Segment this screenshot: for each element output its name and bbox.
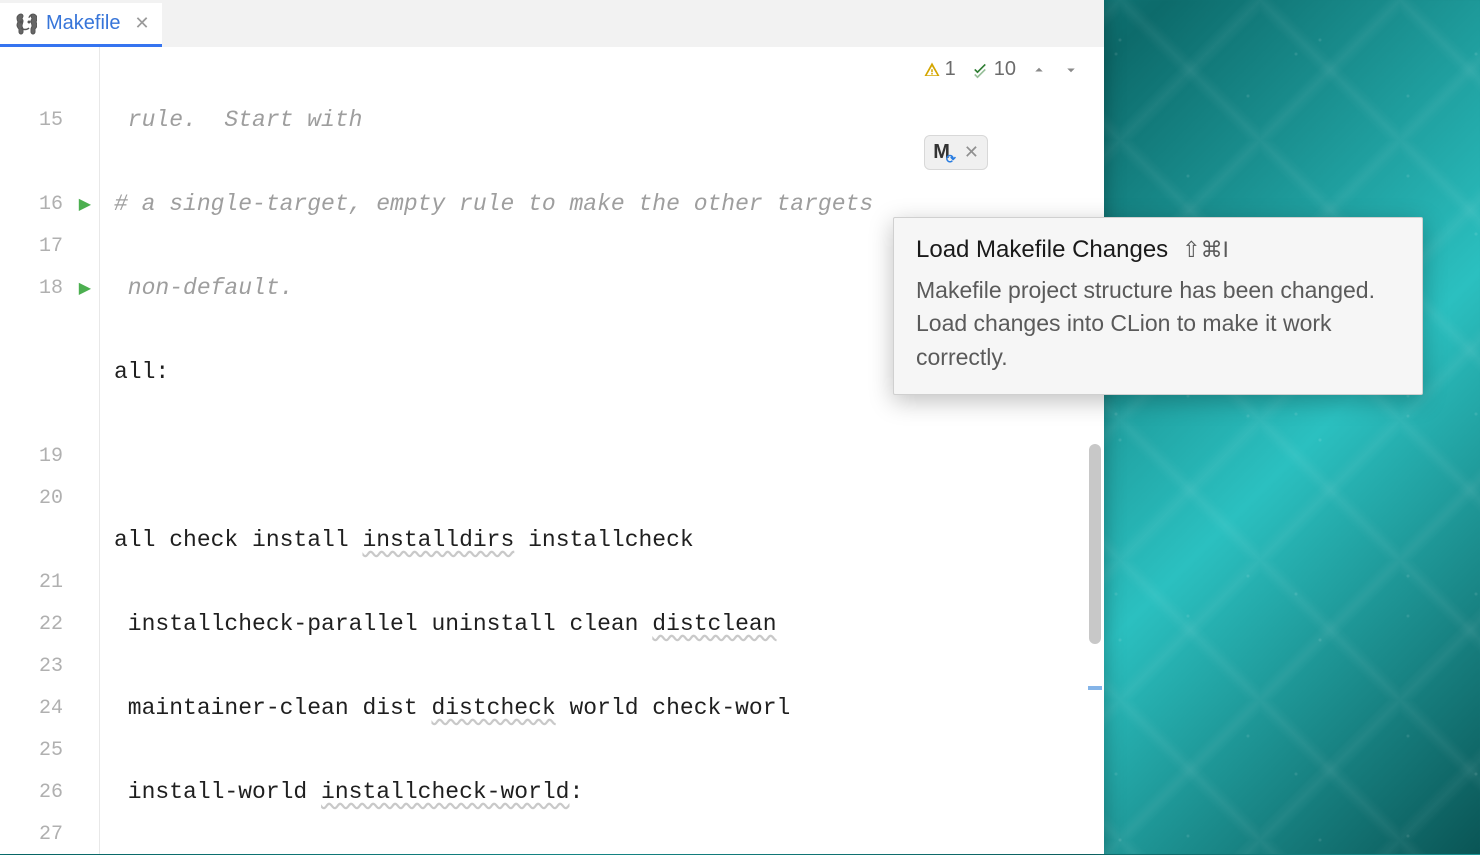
code-target: all [114, 359, 155, 385]
gutter-line[interactable]: 15 [0, 99, 99, 141]
gutter-line[interactable]: 25 [0, 729, 99, 771]
inspection-hints: 1 10 [923, 58, 1080, 81]
warning-icon [923, 61, 941, 79]
gutter-line[interactable]: 24 [0, 687, 99, 729]
gutter-line[interactable]: 22 [0, 603, 99, 645]
tooltip-title: Load Makefile Changes [916, 236, 1168, 264]
gutter-line[interactable]: 16▶ [0, 183, 99, 225]
ok-badge[interactable]: 10 [970, 58, 1016, 81]
code-comment: # a single-target, empty rule to make th… [114, 191, 873, 217]
load-makefile-tooltip: Load Makefile Changes ⇧⌘I Makefile proje… [893, 217, 1423, 395]
gutter-line[interactable]: 26 [0, 771, 99, 813]
gutter-line[interactable] [0, 309, 99, 351]
makefile-sync-icon: M ⟳ [933, 141, 950, 164]
warning-badge[interactable]: 1 [923, 58, 956, 81]
next-highlight-icon[interactable] [1062, 61, 1080, 79]
tooltip-body: Makefile project structure has been chan… [916, 274, 1400, 374]
gnu-icon [12, 11, 38, 37]
editor-window: Makefile ✕ 1 10 M ⟳ ✕ 15 16▶ [0, 0, 1104, 854]
gutter-line[interactable]: 21 [0, 561, 99, 603]
gutter-line[interactable] [0, 141, 99, 183]
tab-bar: Makefile ✕ [0, 0, 1104, 47]
gutter-line[interactable]: 19 [0, 435, 99, 477]
gutter-line[interactable] [0, 519, 99, 561]
check-icon [970, 60, 990, 80]
fold-arrow-icon[interactable]: ▶ [79, 278, 91, 298]
code-comment: rule. Start with [114, 107, 362, 133]
close-icon[interactable]: ✕ [134, 13, 149, 34]
scrollbar-thumb[interactable] [1089, 444, 1101, 644]
gutter-line[interactable]: 27 [0, 813, 99, 855]
gutter-line[interactable]: 17 [0, 225, 99, 267]
fold-arrow-icon[interactable]: ▶ [79, 194, 91, 214]
gutter-line[interactable]: 20 [0, 477, 99, 519]
gutter-line[interactable]: 23 [0, 645, 99, 687]
gutter: 15 16▶ 17 18▶ 19 20 21 22 23 24 25 26 27 [0, 47, 100, 854]
tab-label: Makefile [46, 12, 120, 35]
gutter-line[interactable] [0, 351, 99, 393]
makefile-reload-badge[interactable]: M ⟳ ✕ [924, 135, 988, 170]
prev-highlight-icon[interactable] [1030, 61, 1048, 79]
scrollbar-mark[interactable] [1088, 686, 1102, 690]
gutter-line[interactable] [0, 57, 99, 99]
close-icon[interactable]: ✕ [964, 142, 979, 163]
tab-makefile[interactable]: Makefile ✕ [0, 3, 162, 47]
gutter-line[interactable]: 18▶ [0, 267, 99, 309]
tooltip-shortcut: ⇧⌘I [1182, 237, 1229, 263]
gutter-line[interactable] [0, 393, 99, 435]
code-comment: non-default. [114, 275, 293, 301]
scrollbar-track[interactable] [1088, 94, 1104, 854]
